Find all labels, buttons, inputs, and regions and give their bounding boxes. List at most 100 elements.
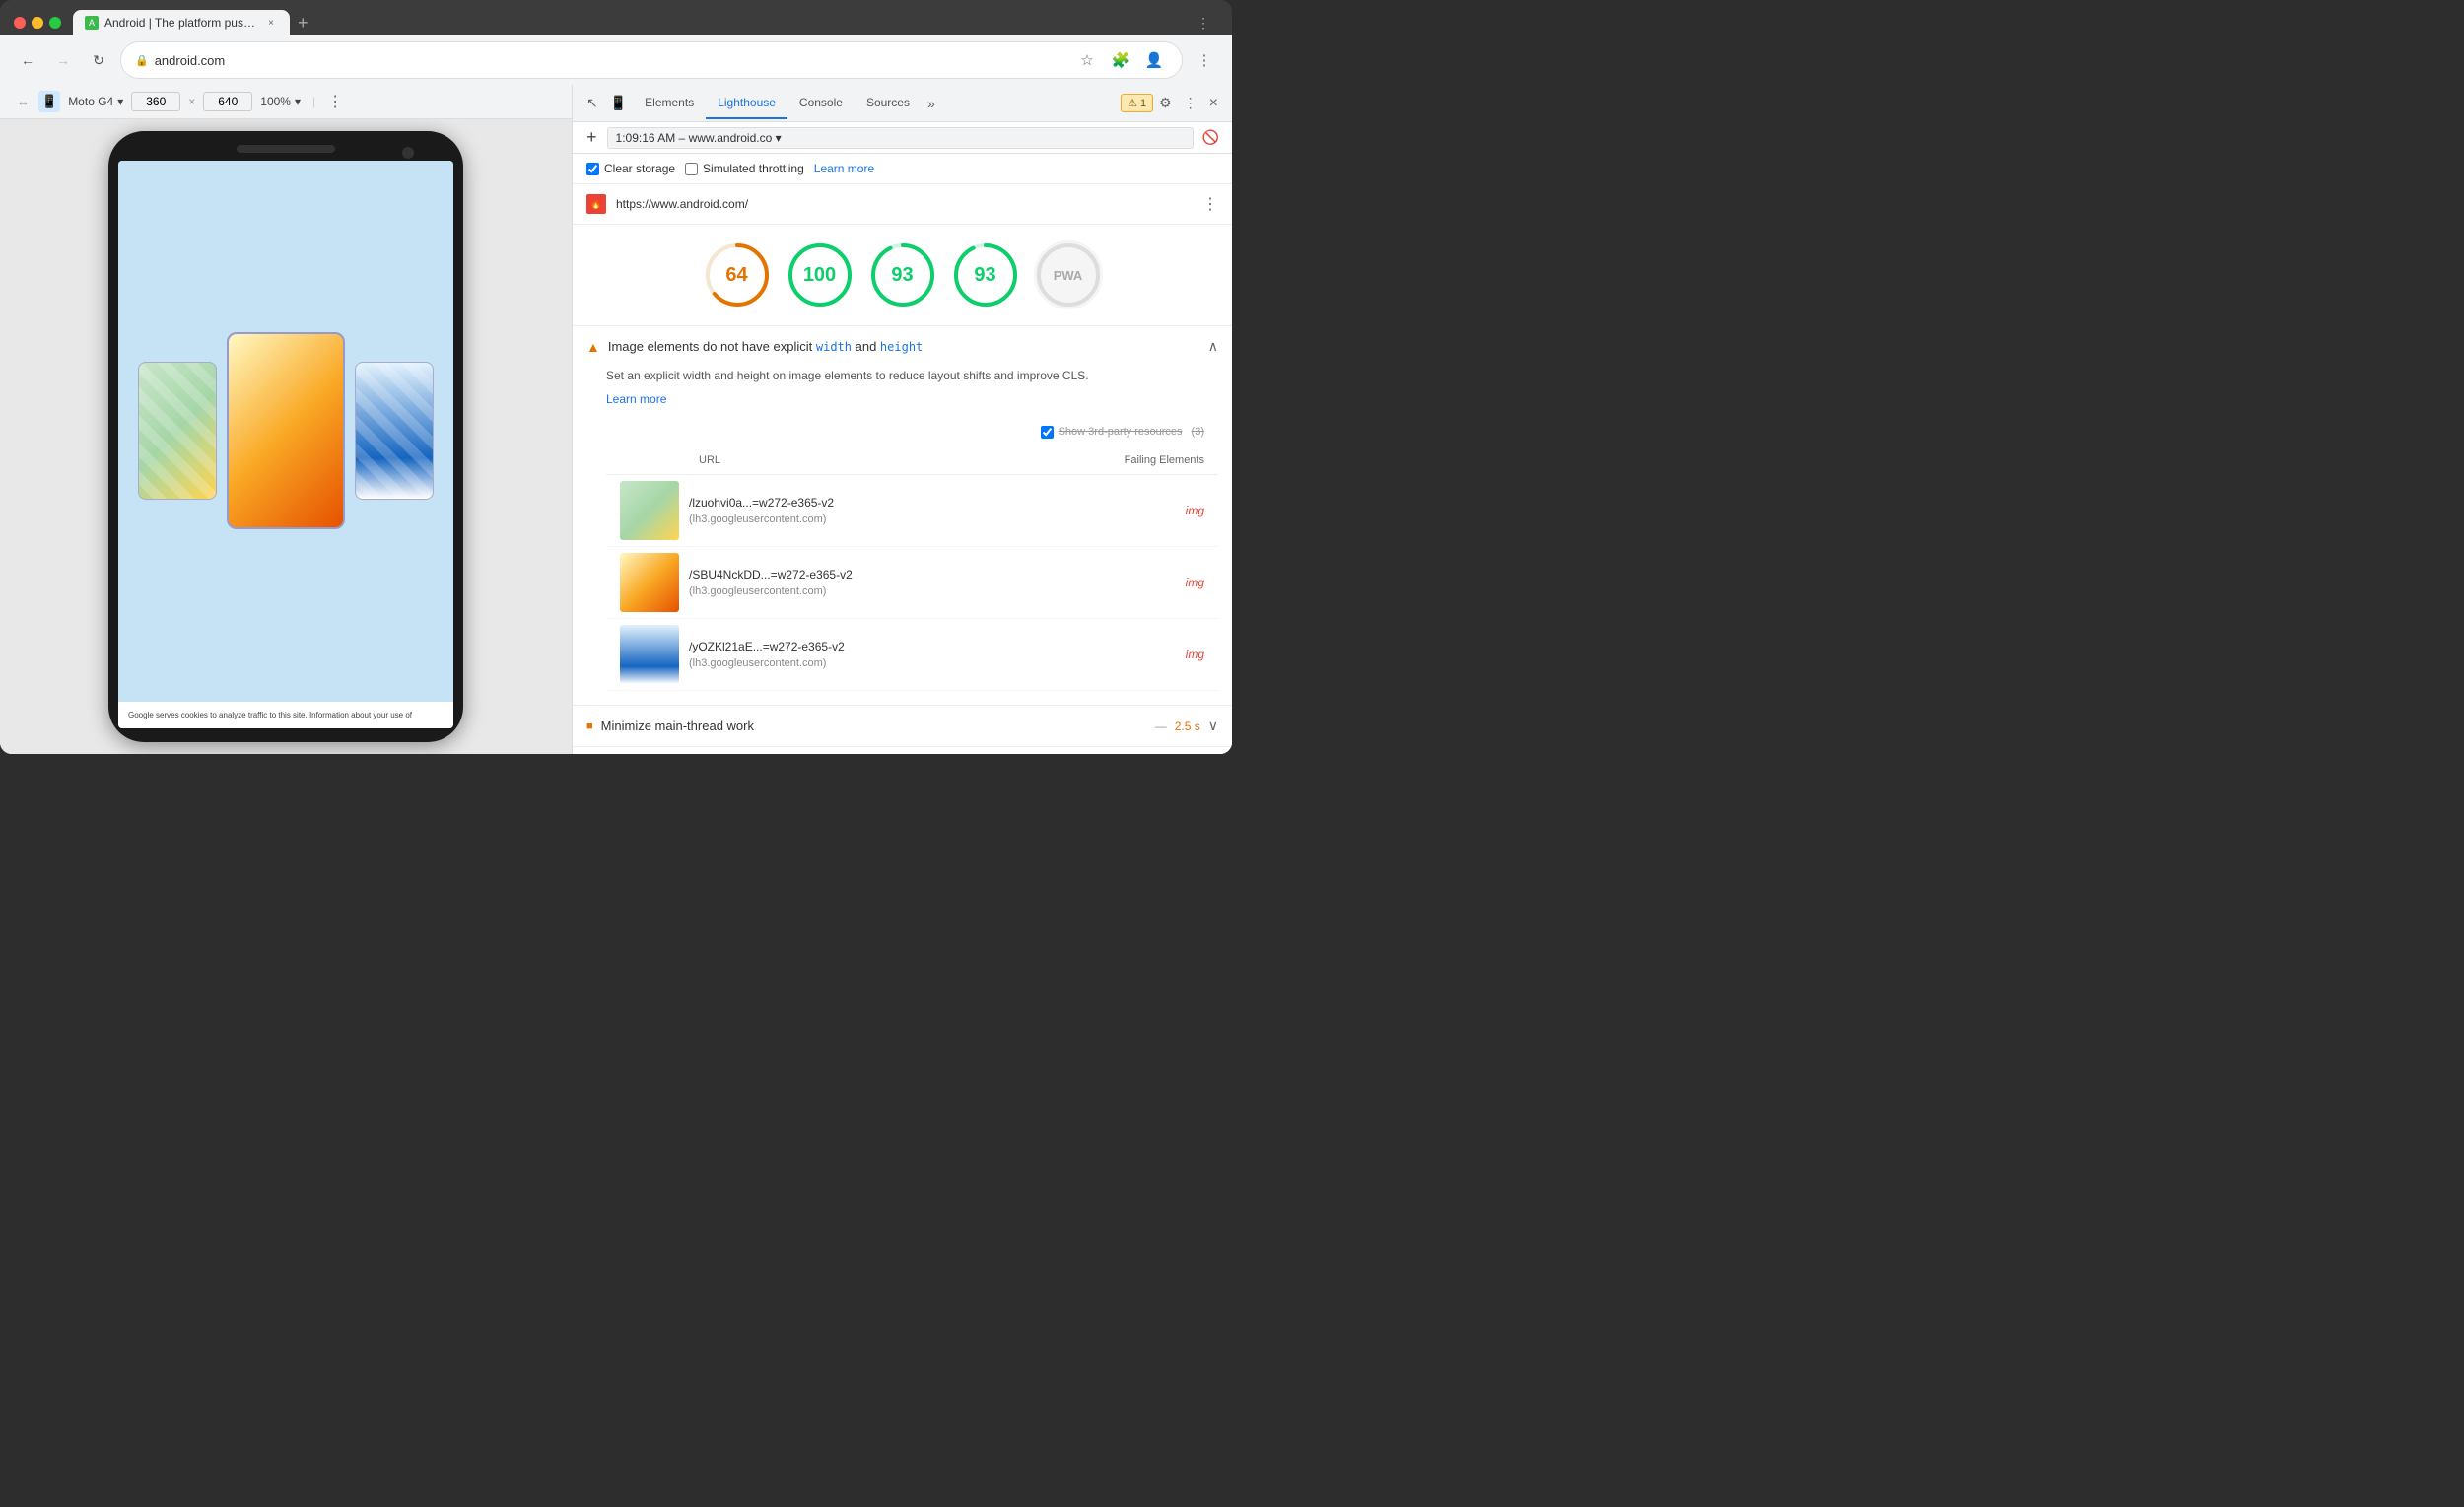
refresh-button[interactable]: ↻: [85, 46, 112, 74]
tab-lighthouse[interactable]: Lighthouse: [706, 88, 787, 119]
bottom-audit[interactable]: ■ Minimize main-thread work — 2.5 s ∨: [573, 706, 1232, 747]
bottom-audit-dash: —: [1155, 719, 1167, 733]
phone-bottom-text: Google serves cookies to analyze traffic…: [118, 702, 453, 728]
url-column-header: URL: [620, 452, 1086, 469]
lock-icon: 🔒: [135, 54, 149, 67]
devtools-toolbar: + 1:09:16 AM – www.android.co ▾ 🚫: [573, 122, 1232, 154]
thumb-3: [620, 625, 679, 684]
table-row: /yOZKl21aE...=w272-e365-v2 (lh3.googleus…: [606, 619, 1218, 691]
audit-learn-more-link[interactable]: Learn more: [606, 390, 1218, 408]
audit-header[interactable]: ▲ Image elements do not have explicit wi…: [573, 326, 1232, 367]
devtools-cursor-icon[interactable]: ↖: [581, 91, 604, 115]
devtools-panel: ↖ 📱 Elements Lighthouse Console Sources …: [572, 85, 1232, 754]
third-party-checkbox[interactable]: [1041, 426, 1054, 439]
address-bar: ← → ↻ 🔒 android.com ☆ 🧩 👤 ⋮: [0, 35, 1232, 85]
tab-elements[interactable]: Elements: [633, 88, 706, 119]
table-row: /SBU4NckDD...=w272-e365-v2 (lh3.googleus…: [606, 547, 1218, 619]
main-content: ⇔ 📱 Moto G4 ▾ × 100% ▾ | ⋮: [0, 85, 1232, 754]
third-party-row: Show 3rd-party resources (3): [606, 418, 1218, 446]
devtools-close-button[interactable]: ×: [1203, 91, 1224, 116]
minimize-button[interactable]: [32, 17, 43, 29]
bottom-audit-title: Minimize main-thread work: [601, 719, 1147, 733]
address-input[interactable]: 🔒 android.com ☆ 🧩 👤: [120, 41, 1183, 79]
audit-section-images: ▲ Image elements do not have explicit wi…: [573, 326, 1232, 706]
tab-bar: A Android | The platform pushing × + ⋮: [73, 10, 1218, 35]
forward-button[interactable]: →: [49, 46, 77, 74]
table-url-1: /lzuohvi0a...=w272-e365-v2 (lh3.googleus…: [689, 494, 1086, 528]
title-bar: A Android | The platform pushing × + ⋮: [0, 0, 1232, 35]
devtools-tabs: ↖ 📱 Elements Lighthouse Console Sources …: [573, 85, 1232, 122]
phone-screen: Google serves cookies to analyze traffic…: [118, 161, 453, 728]
clear-storage-checkbox[interactable]: [586, 163, 599, 175]
dimension-separator: ×: [188, 95, 195, 108]
add-report-button[interactable]: +: [582, 127, 601, 148]
device-icons: ⇔ 📱: [14, 91, 60, 112]
table-url-2: /SBU4NckDD...=w272-e365-v2 (lh3.googleus…: [689, 566, 1086, 600]
table-failing-3: img: [1086, 646, 1204, 663]
extension-button[interactable]: 🧩: [1107, 46, 1134, 74]
device-toolbar: ⇔ 📱 Moto G4 ▾ × 100% ▾ | ⋮: [0, 85, 572, 119]
table-failing-2: img: [1086, 574, 1204, 591]
report-more-button[interactable]: ⋮: [1202, 194, 1218, 214]
browser-view: ⇔ 📱 Moto G4 ▾ × 100% ▾ | ⋮: [0, 85, 572, 754]
browser-tab[interactable]: A Android | The platform pushing ×: [73, 10, 290, 35]
address-text: android.com: [155, 53, 226, 68]
report-url: https://www.android.com/: [616, 197, 1193, 211]
phone-image-1: [138, 362, 217, 500]
tab-extras: ⋮: [1189, 11, 1218, 35]
zoom-selector[interactable]: 100% ▾: [260, 95, 301, 108]
responsive-icon-btn[interactable]: ⇔: [14, 91, 33, 112]
thumb-2: [620, 553, 679, 612]
star-button[interactable]: ☆: [1073, 46, 1101, 74]
phone-notch: [237, 145, 335, 153]
score-accessibility: 100: [786, 240, 855, 309]
audit-table: URL Failing Elements /lzuohvi0a...=w272-…: [606, 446, 1218, 692]
close-button[interactable]: [14, 17, 26, 29]
code-height: height: [880, 340, 923, 354]
tab-close-button[interactable]: ×: [264, 16, 278, 30]
more-tabs-button[interactable]: »: [922, 92, 941, 115]
score-pwa: PWA: [1034, 240, 1103, 309]
lighthouse-content[interactable]: Clear storage Simulated throttling Learn…: [573, 154, 1232, 754]
toolbar-more-button[interactable]: ⋮: [327, 92, 343, 111]
code-width: width: [816, 340, 852, 354]
simulated-throttling-label[interactable]: Simulated throttling: [685, 162, 804, 175]
simulated-throttling-checkbox[interactable]: [685, 163, 698, 175]
audit-body-text: Set an explicit width and height on imag…: [606, 367, 1218, 384]
device-selector[interactable]: Moto G4 ▾: [68, 95, 123, 108]
delete-report-button[interactable]: 🚫: [1199, 126, 1222, 149]
clear-storage-label[interactable]: Clear storage: [586, 162, 675, 175]
back-button[interactable]: ←: [14, 46, 41, 74]
device-icon-btn[interactable]: 📱: [38, 91, 60, 112]
profile-button[interactable]: 👤: [1140, 46, 1168, 74]
tab-sources[interactable]: Sources: [855, 88, 922, 119]
phone-image-main: [227, 332, 345, 529]
table-header: URL Failing Elements: [606, 446, 1218, 476]
width-input[interactable]: [131, 92, 180, 111]
third-party-count: (3): [1192, 424, 1204, 441]
url-display: 1:09:16 AM – www.android.co ▾: [607, 127, 1194, 149]
audit-expand-icon[interactable]: ∧: [1208, 338, 1218, 355]
devtools-device-icon[interactable]: 📱: [604, 91, 633, 115]
height-input[interactable]: [203, 92, 252, 111]
learn-more-link[interactable]: Learn more: [814, 162, 874, 175]
new-tab-button[interactable]: +: [290, 10, 316, 35]
devtools-more-button[interactable]: ⋮: [1178, 91, 1203, 115]
audit-body: Set an explicit width and height on imag…: [573, 367, 1232, 705]
tab-console[interactable]: Console: [787, 88, 855, 119]
score-seo: 93: [951, 240, 1020, 309]
table-row: /lzuohvi0a...=w272-e365-v2 (lh3.googleus…: [606, 475, 1218, 547]
phone-frame: Google serves cookies to analyze traffic…: [108, 131, 463, 742]
table-failing-1: img: [1086, 502, 1204, 519]
warning-icon: ⚠: [1128, 97, 1137, 109]
tab-title: Android | The platform pushing: [104, 16, 258, 30]
phone-image-3: [355, 362, 434, 500]
maximize-button[interactable]: [49, 17, 61, 29]
browser-window: A Android | The platform pushing × + ⋮ ←…: [0, 0, 1232, 754]
bottom-audit-expand-icon[interactable]: ∨: [1208, 718, 1218, 734]
traffic-lights: [14, 17, 61, 29]
third-party-label[interactable]: Show 3rd-party resources (3): [1041, 424, 1204, 441]
devtools-settings-button[interactable]: ⚙: [1153, 91, 1178, 115]
audit-warning-icon: ▲: [586, 339, 600, 355]
more-button[interactable]: ⋮: [1191, 46, 1218, 74]
